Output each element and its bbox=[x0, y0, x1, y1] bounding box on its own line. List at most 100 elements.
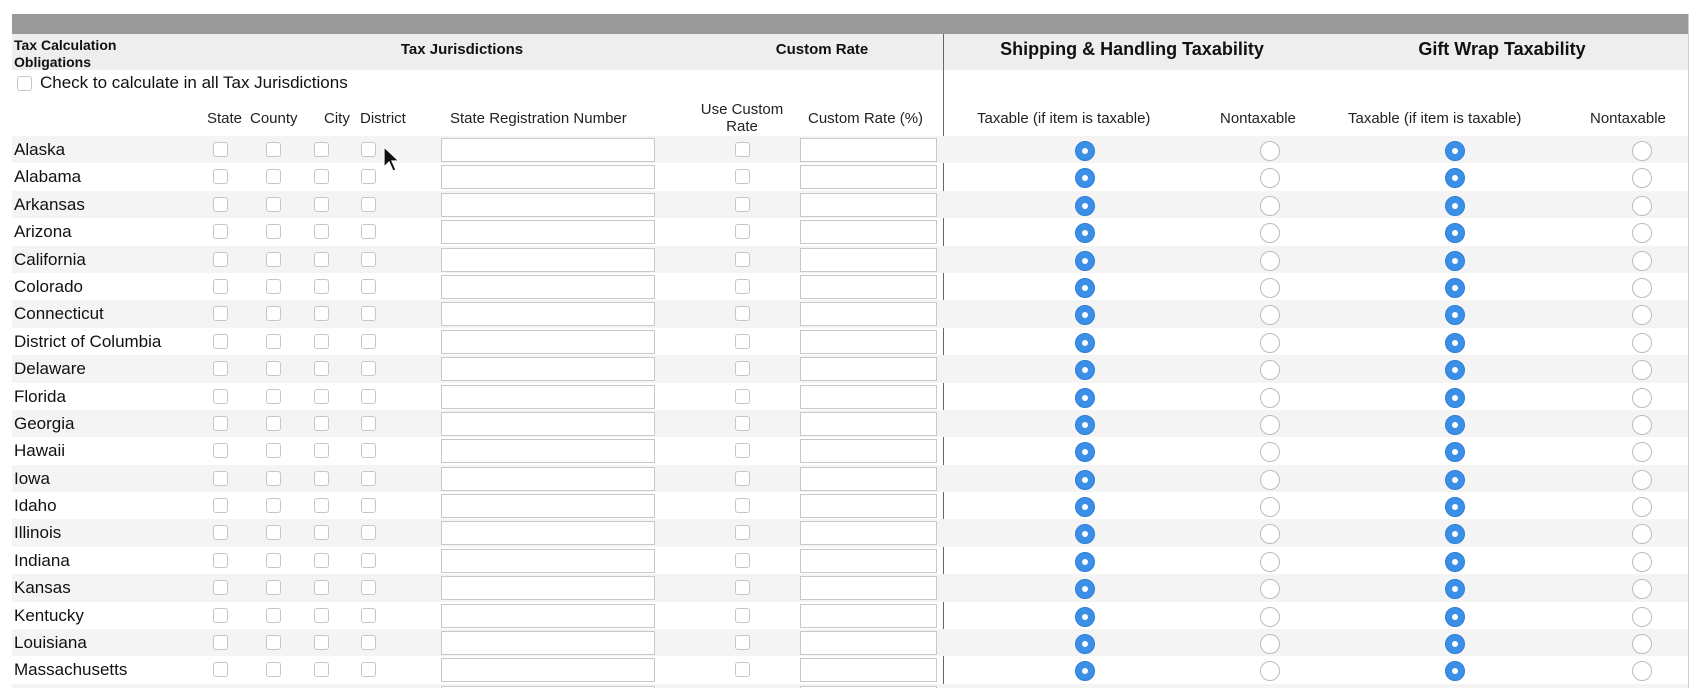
city-checkbox[interactable] bbox=[314, 196, 329, 212]
district-checkbox[interactable] bbox=[361, 580, 376, 596]
custom-rate-input[interactable] bbox=[800, 302, 937, 327]
state-registration-number-input[interactable] bbox=[441, 274, 655, 299]
gift-wrap-nontaxable-radio[interactable] bbox=[1632, 141, 1652, 161]
county-checkbox[interactable] bbox=[266, 361, 281, 377]
county-checkbox[interactable] bbox=[266, 196, 281, 212]
gift-wrap-taxable-radio[interactable] bbox=[1445, 305, 1465, 326]
use-custom-rate-checkbox[interactable] bbox=[735, 525, 750, 541]
city-checkbox[interactable] bbox=[314, 278, 329, 294]
gift-wrap-nontaxable-radio[interactable] bbox=[1632, 634, 1652, 655]
state-registration-number-input[interactable] bbox=[441, 192, 655, 217]
state-registration-number-input[interactable] bbox=[441, 603, 655, 628]
custom-rate-input[interactable] bbox=[800, 439, 937, 464]
gift-wrap-taxable-radio[interactable] bbox=[1445, 250, 1465, 271]
gift-wrap-taxable-radio[interactable] bbox=[1445, 661, 1465, 682]
state-checkbox[interactable] bbox=[213, 498, 228, 514]
use-custom-rate-checkbox[interactable] bbox=[735, 224, 750, 240]
state-registration-number-input[interactable] bbox=[441, 357, 655, 382]
state-registration-number-input[interactable] bbox=[441, 302, 655, 327]
state-registration-number-input[interactable] bbox=[441, 329, 655, 354]
shipping-taxable-radio[interactable] bbox=[1075, 469, 1095, 490]
county-checkbox[interactable] bbox=[266, 415, 281, 431]
custom-rate-input[interactable] bbox=[800, 466, 937, 491]
state-checkbox[interactable] bbox=[213, 415, 228, 431]
state-checkbox[interactable] bbox=[213, 470, 228, 486]
city-checkbox[interactable] bbox=[314, 662, 329, 678]
state-registration-number-input[interactable] bbox=[441, 138, 655, 162]
gift-wrap-nontaxable-radio[interactable] bbox=[1632, 579, 1652, 600]
custom-rate-input[interactable] bbox=[800, 576, 937, 601]
county-checkbox[interactable] bbox=[266, 224, 281, 240]
custom-rate-input[interactable] bbox=[800, 192, 937, 217]
city-checkbox[interactable] bbox=[314, 306, 329, 322]
shipping-taxable-radio[interactable] bbox=[1075, 634, 1095, 655]
state-registration-number-input[interactable] bbox=[441, 658, 655, 683]
state-registration-number-input[interactable] bbox=[441, 220, 655, 245]
custom-rate-input[interactable] bbox=[800, 658, 937, 683]
state-checkbox[interactable] bbox=[213, 580, 228, 596]
city-checkbox[interactable] bbox=[314, 552, 329, 568]
state-checkbox[interactable] bbox=[213, 388, 228, 404]
district-checkbox[interactable] bbox=[361, 552, 376, 568]
use-custom-rate-checkbox[interactable] bbox=[735, 142, 750, 157]
gift-wrap-taxable-radio[interactable] bbox=[1445, 414, 1465, 435]
use-custom-rate-checkbox[interactable] bbox=[735, 498, 750, 514]
city-checkbox[interactable] bbox=[314, 251, 329, 267]
state-registration-number-input[interactable] bbox=[441, 165, 655, 190]
gift-wrap-taxable-radio[interactable] bbox=[1445, 195, 1465, 216]
city-checkbox[interactable] bbox=[314, 361, 329, 377]
gift-wrap-nontaxable-radio[interactable] bbox=[1632, 387, 1652, 408]
shipping-taxable-radio[interactable] bbox=[1075, 551, 1095, 572]
state-registration-number-input[interactable] bbox=[441, 576, 655, 601]
county-checkbox[interactable] bbox=[266, 580, 281, 596]
gift-wrap-taxable-radio[interactable] bbox=[1445, 332, 1465, 353]
state-checkbox[interactable] bbox=[213, 443, 228, 459]
shipping-taxable-radio[interactable] bbox=[1075, 442, 1095, 463]
state-registration-number-input[interactable] bbox=[441, 631, 655, 656]
gift-wrap-nontaxable-radio[interactable] bbox=[1632, 223, 1652, 244]
county-checkbox[interactable] bbox=[266, 443, 281, 459]
shipping-taxable-radio[interactable] bbox=[1075, 168, 1095, 189]
gift-wrap-taxable-radio[interactable] bbox=[1445, 497, 1465, 518]
state-checkbox[interactable] bbox=[213, 169, 228, 185]
city-checkbox[interactable] bbox=[314, 333, 329, 349]
gift-wrap-taxable-radio[interactable] bbox=[1445, 442, 1465, 463]
city-checkbox[interactable] bbox=[314, 443, 329, 459]
city-checkbox[interactable] bbox=[314, 470, 329, 486]
shipping-nontaxable-radio[interactable] bbox=[1260, 223, 1280, 244]
state-registration-number-input[interactable] bbox=[441, 411, 655, 436]
county-checkbox[interactable] bbox=[266, 388, 281, 404]
shipping-taxable-radio[interactable] bbox=[1075, 579, 1095, 600]
use-custom-rate-checkbox[interactable] bbox=[735, 415, 750, 431]
custom-rate-input[interactable] bbox=[800, 494, 937, 519]
gift-wrap-taxable-radio[interactable] bbox=[1445, 277, 1465, 298]
district-checkbox[interactable] bbox=[361, 443, 376, 459]
custom-rate-input[interactable] bbox=[800, 521, 937, 546]
shipping-taxable-radio[interactable] bbox=[1075, 223, 1095, 244]
state-checkbox[interactable] bbox=[213, 306, 228, 322]
shipping-nontaxable-radio[interactable] bbox=[1260, 469, 1280, 490]
state-checkbox[interactable] bbox=[213, 361, 228, 377]
state-registration-number-input[interactable] bbox=[441, 548, 655, 573]
shipping-nontaxable-radio[interactable] bbox=[1260, 387, 1280, 408]
use-custom-rate-checkbox[interactable] bbox=[735, 333, 750, 349]
city-checkbox[interactable] bbox=[314, 635, 329, 651]
shipping-nontaxable-radio[interactable] bbox=[1260, 551, 1280, 572]
gift-wrap-taxable-radio[interactable] bbox=[1445, 634, 1465, 655]
gift-wrap-taxable-radio[interactable] bbox=[1445, 223, 1465, 244]
district-checkbox[interactable] bbox=[361, 662, 376, 678]
state-checkbox[interactable] bbox=[213, 662, 228, 678]
city-checkbox[interactable] bbox=[314, 388, 329, 404]
gift-wrap-nontaxable-radio[interactable] bbox=[1632, 360, 1652, 381]
district-checkbox[interactable] bbox=[361, 525, 376, 541]
custom-rate-input[interactable] bbox=[800, 138, 937, 162]
use-custom-rate-checkbox[interactable] bbox=[735, 306, 750, 322]
custom-rate-input[interactable] bbox=[800, 247, 937, 272]
gift-wrap-nontaxable-radio[interactable] bbox=[1632, 414, 1652, 435]
district-checkbox[interactable] bbox=[361, 498, 376, 514]
shipping-nontaxable-radio[interactable] bbox=[1260, 606, 1280, 627]
state-checkbox[interactable] bbox=[213, 142, 228, 157]
state-checkbox[interactable] bbox=[213, 552, 228, 568]
county-checkbox[interactable] bbox=[266, 142, 281, 157]
custom-rate-input[interactable] bbox=[800, 357, 937, 382]
